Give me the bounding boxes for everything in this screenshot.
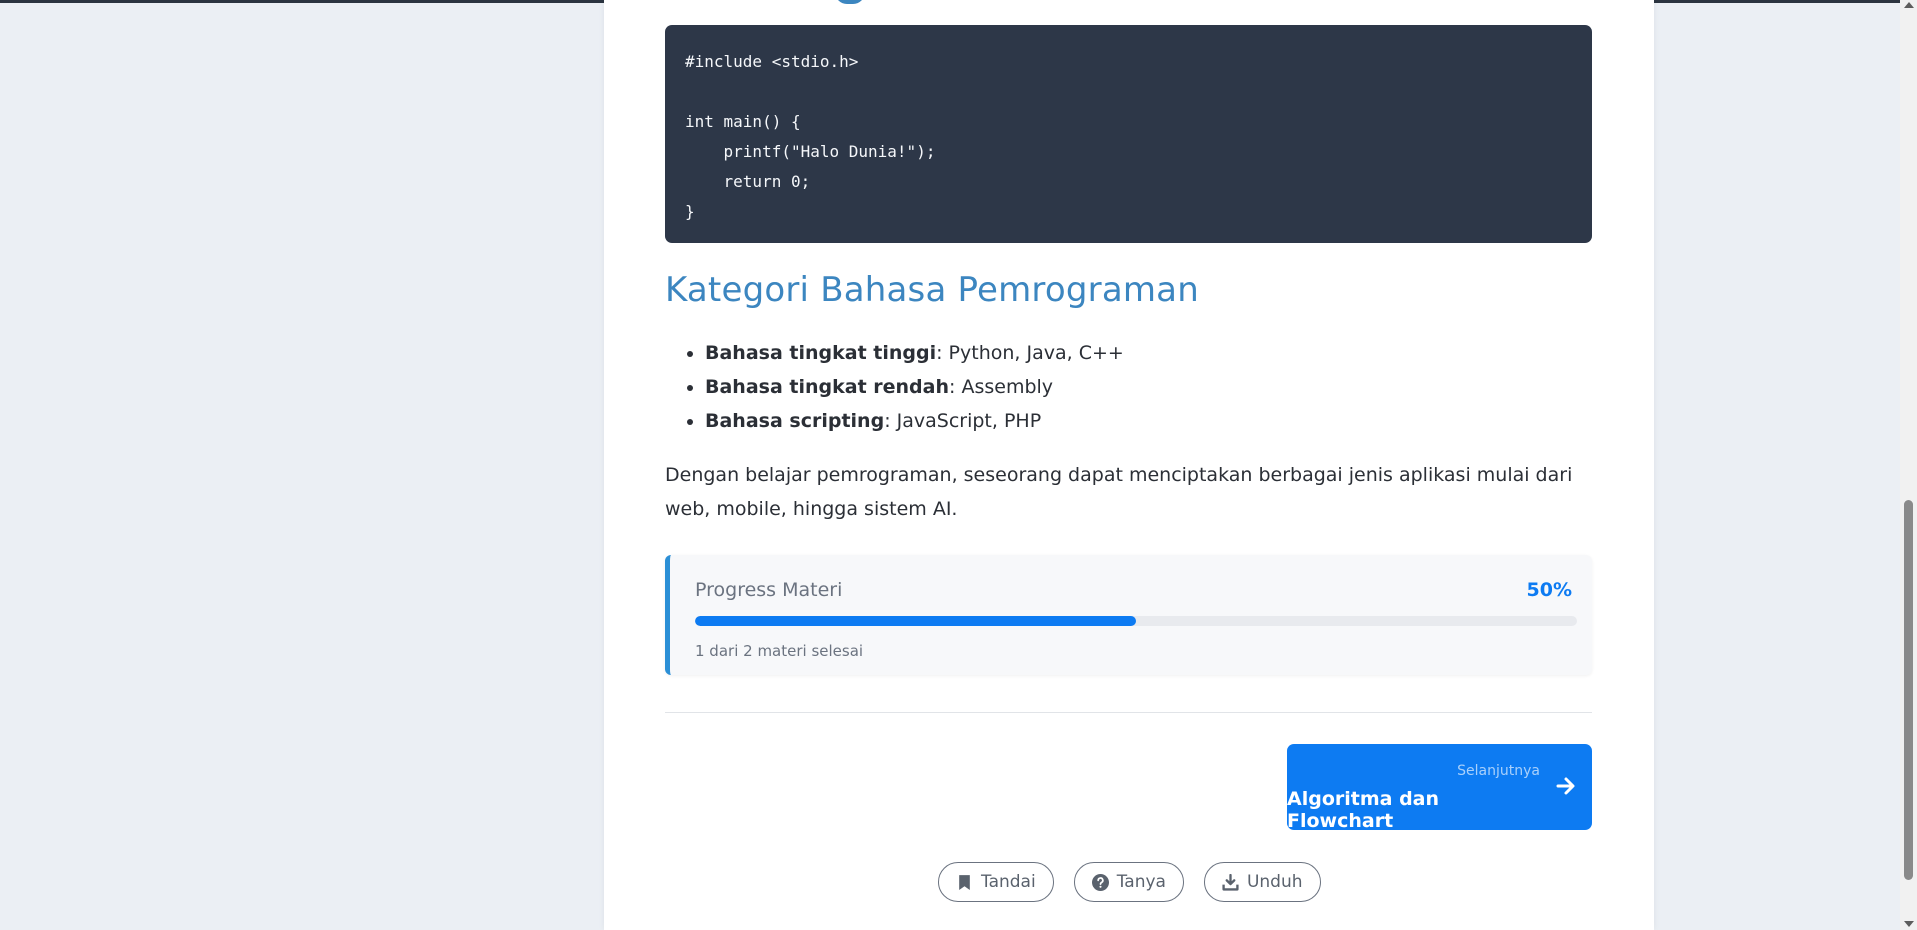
- scroll-up-arrow-icon[interactable]: [1904, 2, 1914, 8]
- list-item: Bahasa tingkat rendah: Assembly: [705, 370, 1124, 404]
- bookmark-icon: [959, 874, 970, 890]
- summary-paragraph: Dengan belajar pemrograman, seseorang da…: [665, 464, 1573, 520]
- list-item: Bahasa scripting: JavaScript, PHP: [705, 404, 1124, 438]
- divider: [665, 712, 1592, 713]
- next-lesson-button[interactable]: Selanjutnya Algoritma dan Flowchart: [1287, 744, 1592, 832]
- next-label: Selanjutnya: [1457, 763, 1540, 779]
- progress-fill: [695, 616, 1136, 626]
- page-scrollbar[interactable]: [1900, 0, 1917, 930]
- download-button[interactable]: Unduh: [1203, 862, 1321, 902]
- progress-percent: 50%: [1526, 579, 1572, 601]
- progress-track: [695, 616, 1577, 626]
- list-item-label: Bahasa tingkat rendah: [705, 376, 950, 398]
- list-item: Bahasa tingkat tinggi: Python, Java, C++: [705, 336, 1124, 370]
- ask-label: Tanya: [1116, 872, 1166, 892]
- list-item-text: : Python, Java, C++: [936, 342, 1124, 364]
- download-icon: [1222, 873, 1239, 891]
- arrow-right-icon: [1556, 777, 1575, 795]
- section-title: Kategori Bahasa Pemrograman: [665, 270, 1199, 310]
- download-label: Unduh: [1246, 872, 1303, 892]
- ask-button[interactable]: Tanya: [1073, 862, 1184, 902]
- list-item-label: Bahasa scripting: [705, 410, 885, 432]
- next-lesson-title: Algoritma dan Flowchart: [1287, 788, 1440, 832]
- question-circle-icon: [1091, 873, 1109, 891]
- bookmark-button[interactable]: Tandai: [938, 862, 1054, 902]
- category-list: Bahasa tingkat tinggi: Python, Java, C++…: [665, 336, 1124, 438]
- progress-caption: 1 dari 2 materi selesai: [695, 642, 864, 660]
- progress-card: Progress Materi 50% 1 dari 2 materi sele…: [665, 555, 1592, 675]
- list-item-text: : JavaScript, PHP: [884, 410, 1042, 432]
- list-item-label: Bahasa tingkat tinggi: [705, 342, 937, 364]
- scrollbar-thumb[interactable]: [1904, 500, 1913, 880]
- list-item-text: : Assembly: [949, 376, 1054, 398]
- action-buttons: Tandai Tanya Unduh: [938, 862, 1321, 904]
- bookmark-label: Tandai: [981, 872, 1036, 892]
- progress-label: Progress Materi: [695, 579, 843, 601]
- scroll-down-arrow-icon[interactable]: [1904, 921, 1914, 927]
- code-example: #include <stdio.h> int main() { printf("…: [665, 25, 1592, 243]
